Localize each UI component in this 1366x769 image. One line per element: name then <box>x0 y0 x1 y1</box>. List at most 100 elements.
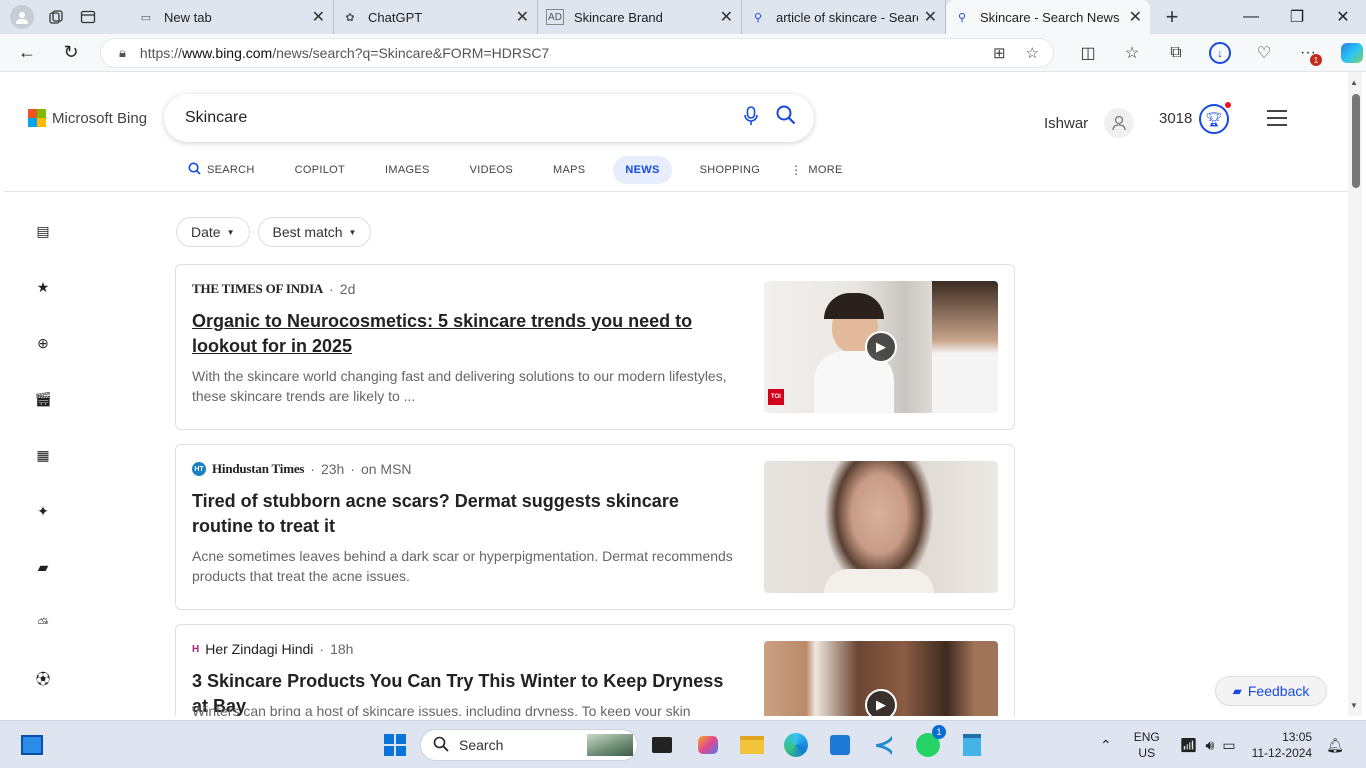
whatsapp-icon[interactable]: 1 <box>914 725 946 759</box>
sports-icon[interactable]: ⚽︎ <box>34 670 52 688</box>
news-title[interactable]: Tired of stubborn acne scars? Dermat sug… <box>192 489 742 539</box>
news-thumbnail[interactable] <box>764 461 998 593</box>
entertainment-icon[interactable]: 🎬︎ <box>34 390 52 408</box>
search-icon[interactable] <box>776 105 796 131</box>
task-view-icon[interactable] <box>648 731 676 759</box>
url-field[interactable]: 🔒︎ https://www.bing.com/news/search?q=Sk… <box>100 38 1054 68</box>
star-icon[interactable]: ★ <box>34 278 52 296</box>
scroll-down-icon[interactable]: ▼ <box>1350 701 1358 710</box>
app-available-icon[interactable]: ⊞ <box>993 44 1006 62</box>
weather-icon[interactable]: ⛅︎ <box>34 614 52 632</box>
play-icon[interactable]: ▶ <box>865 331 897 363</box>
source-name[interactable]: Her Zindagi Hindi <box>205 641 313 657</box>
restore-icon[interactable]: ❐ <box>1274 0 1320 34</box>
globe-icon[interactable]: ⊕ <box>34 334 52 352</box>
bing-logo[interactable]: Microsoft Bing <box>28 109 147 127</box>
copilot-icon[interactable] <box>1330 36 1366 70</box>
back-icon[interactable]: ← <box>8 37 46 69</box>
favorite-star-icon[interactable]: ☆ <box>1026 44 1039 62</box>
copilot-app-icon[interactable] <box>694 731 722 759</box>
play-icon[interactable]: ▶ <box>865 689 897 716</box>
tab-maps[interactable]: MAPS <box>533 156 605 184</box>
battery-icon[interactable]: ▭ <box>1222 737 1235 754</box>
close-window-icon[interactable]: ✕ <box>1320 0 1366 34</box>
mountain-highlight-icon <box>587 734 633 756</box>
vertical-tabs-icon[interactable] <box>74 3 102 31</box>
tab-shopping[interactable]: SHOPPING <box>680 156 780 184</box>
sort-filter[interactable]: Best match ▼ <box>257 217 372 247</box>
workspaces-icon[interactable] <box>42 3 70 31</box>
microsoft-store-icon[interactable] <box>826 731 854 759</box>
scrollbar-thumb[interactable] <box>1352 94 1360 188</box>
tab-more[interactable]: ⋮ MORE <box>780 156 863 184</box>
notification-bell-icon[interactable]: 🔔︎ <box>1326 737 1344 754</box>
close-tab-icon[interactable]: ✕ <box>312 7 325 27</box>
dot-separator: · <box>329 281 334 297</box>
tab-videos[interactable]: VIDEOS <box>450 156 533 184</box>
profile-icon[interactable] <box>10 5 34 29</box>
news-thumbnail[interactable]: ▶ TOI <box>764 281 998 413</box>
taskbar-search[interactable]: Search <box>420 729 638 761</box>
hamburger-menu-icon[interactable] <box>1267 110 1287 131</box>
volume-icon[interactable]: 🔊︎ <box>1206 737 1215 754</box>
more-options-icon[interactable]: ··· 1 <box>1286 36 1330 70</box>
notepad-icon[interactable] <box>958 731 986 759</box>
collections-icon[interactable]: ⧉ <box>1154 36 1198 70</box>
file-explorer-icon[interactable] <box>738 731 766 759</box>
tab-article-search[interactable]: ⚲ article of skincare - Search ✕ <box>742 0 946 34</box>
news-icon[interactable]: ▦ <box>34 446 52 464</box>
scroll-up-icon[interactable]: ▲ <box>1350 78 1358 87</box>
start-icon[interactable] <box>381 731 409 759</box>
close-tab-icon[interactable]: ✕ <box>720 7 733 27</box>
refresh-icon[interactable]: ↻ <box>52 37 90 69</box>
language-indicator[interactable]: ENG US <box>1134 729 1160 761</box>
tab-new-tab[interactable]: ▭ New tab ✕ <box>130 0 334 34</box>
tab-chatgpt[interactable]: ✿ ChatGPT ✕ <box>334 0 538 34</box>
news-snippet: Acne sometimes leaves behind a dark scar… <box>192 548 733 584</box>
rewards-trophy-icon[interactable]: 🏆︎ <box>1199 102 1231 134</box>
microphone-icon[interactable] <box>744 105 758 131</box>
page-scrollbar[interactable]: ▲ ▼ <box>1348 72 1362 716</box>
wifi-icon[interactable]: 📶︎ <box>1180 737 1198 754</box>
briefcase-icon[interactable]: ▰ <box>34 558 52 576</box>
source-name[interactable]: THE TIMES OF INDIA <box>192 281 323 297</box>
date-filter[interactable]: Date ▼ <box>176 217 250 247</box>
sparkle-icon[interactable]: ✦ <box>34 502 52 520</box>
news-thumbnail[interactable]: ▶ <box>764 641 998 716</box>
news-card[interactable]: THE TIMES OF INDIA · 2d Organic to Neuro… <box>175 264 1015 430</box>
tab-title: New tab <box>164 9 212 25</box>
user-account[interactable]: Ishwar <box>1044 108 1135 138</box>
search-box[interactable]: Skincare <box>164 94 814 142</box>
close-tab-icon[interactable]: ✕ <box>924 7 937 27</box>
tab-skincare-news[interactable]: ⚲ Skincare - Search News ✕ <box>946 0 1150 34</box>
close-tab-icon[interactable]: ✕ <box>516 7 529 27</box>
favorites-icon[interactable]: ☆ <box>1110 36 1154 70</box>
downloads-icon[interactable]: ↓ <box>1198 36 1242 70</box>
widgets-icon[interactable] <box>18 731 46 759</box>
close-tab-icon[interactable]: ✕ <box>1129 7 1142 27</box>
minimize-icon[interactable]: — <box>1228 0 1274 34</box>
tab-search[interactable]: SEARCH <box>178 156 275 184</box>
rewards-points[interactable]: 3018 <box>1159 110 1192 127</box>
search-input[interactable]: Skincare <box>185 109 247 127</box>
show-hidden-icons-icon[interactable]: ⌃ <box>1100 737 1112 754</box>
split-screen-icon[interactable]: ◫ <box>1066 36 1110 70</box>
site-info-icon[interactable]: 🔒︎ <box>119 45 126 61</box>
clock[interactable]: 13:05 11-12-2024 <box>1252 729 1313 761</box>
tab-news[interactable]: NEWS <box>613 156 672 184</box>
news-via: on MSN <box>360 461 412 477</box>
tab-skincare-brand[interactable]: AD Skincare Brand ✕ <box>538 0 742 34</box>
vscode-icon[interactable]: ≺ <box>870 731 898 759</box>
url-text: https://www.bing.com/news/search?q=Skinc… <box>140 45 549 61</box>
feedback-button[interactable]: ▰ Feedback <box>1215 676 1327 706</box>
new-tab-button[interactable]: + <box>1150 4 1194 30</box>
tab-copilot[interactable]: COPILOT <box>275 156 365 184</box>
browser-essentials-icon[interactable]: ♡ <box>1242 36 1286 70</box>
source-name[interactable]: Hindustan Times <box>212 461 304 477</box>
news-card[interactable]: H Her Zindagi Hindi · 18h 3 Skincare Pro… <box>175 624 1015 716</box>
top-stories-icon[interactable]: ▤ <box>34 222 52 240</box>
edge-browser-icon[interactable] <box>782 731 810 759</box>
tab-images[interactable]: IMAGES <box>365 156 450 184</box>
news-card[interactable]: HT Hindustan Times · 23h · on MSN Tired … <box>175 444 1015 610</box>
news-title[interactable]: Organic to Neurocosmetics: 5 skincare tr… <box>192 309 742 359</box>
